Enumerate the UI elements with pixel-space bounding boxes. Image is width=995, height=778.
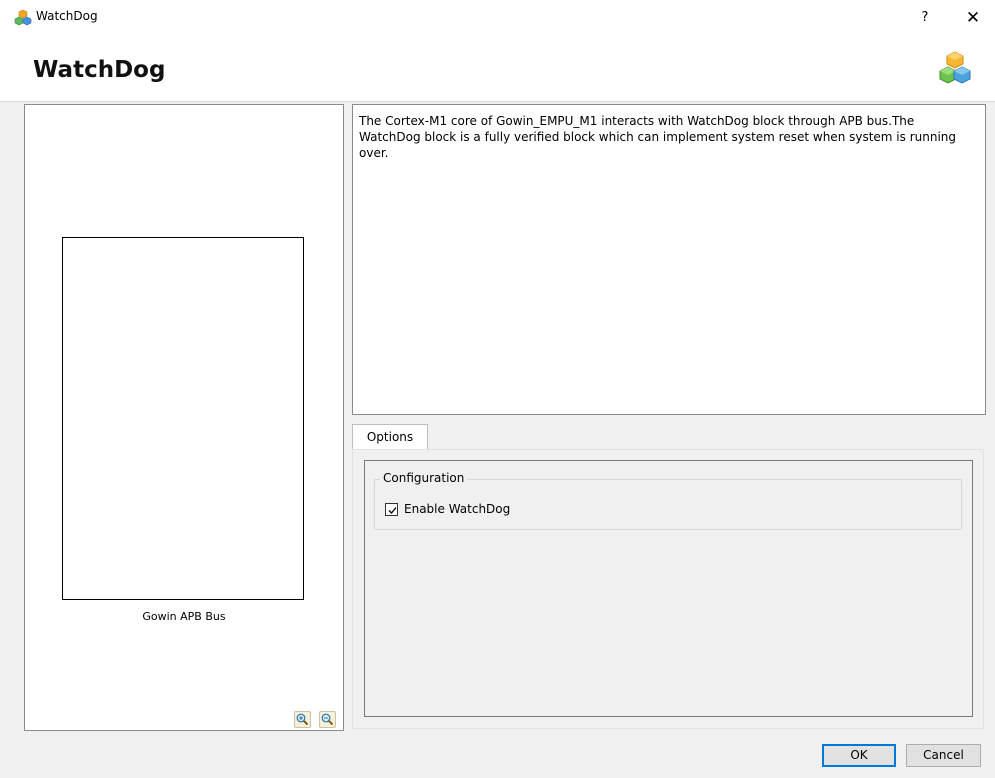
bus-label: Gowin APB Bus [142,610,226,623]
zoom-in-button[interactable] [294,711,311,728]
description-text: The Cortex-M1 core of Gowin_EMPU_M1 inte… [352,104,986,415]
configuration-group-title: Configuration [380,471,468,485]
checkmark-icon [388,507,397,514]
window-title: WatchDog [36,9,98,23]
enable-watchdog-checkbox[interactable] [385,503,398,516]
tab-options[interactable]: Options [352,424,428,450]
zoom-out-icon [321,713,334,726]
watchdog-block [62,237,304,600]
enable-watchdog-label: Enable WatchDog [404,502,511,516]
dialog-header: WatchDog [0,35,995,102]
title-bar: WatchDog ? ✕ [0,0,995,35]
page-title: WatchDog [33,57,166,83]
ok-button[interactable]: OK [822,744,896,767]
app-cubes-icon [14,9,32,26]
zoom-in-icon [296,713,309,726]
close-button[interactable]: ✕ [958,5,988,31]
help-button[interactable]: ? [912,6,938,30]
cancel-button[interactable]: Cancel [906,744,981,767]
zoom-out-button[interactable] [319,711,336,728]
block-diagram-panel: Gowin APB Bus [24,104,344,731]
cubes-logo-icon [939,50,971,88]
